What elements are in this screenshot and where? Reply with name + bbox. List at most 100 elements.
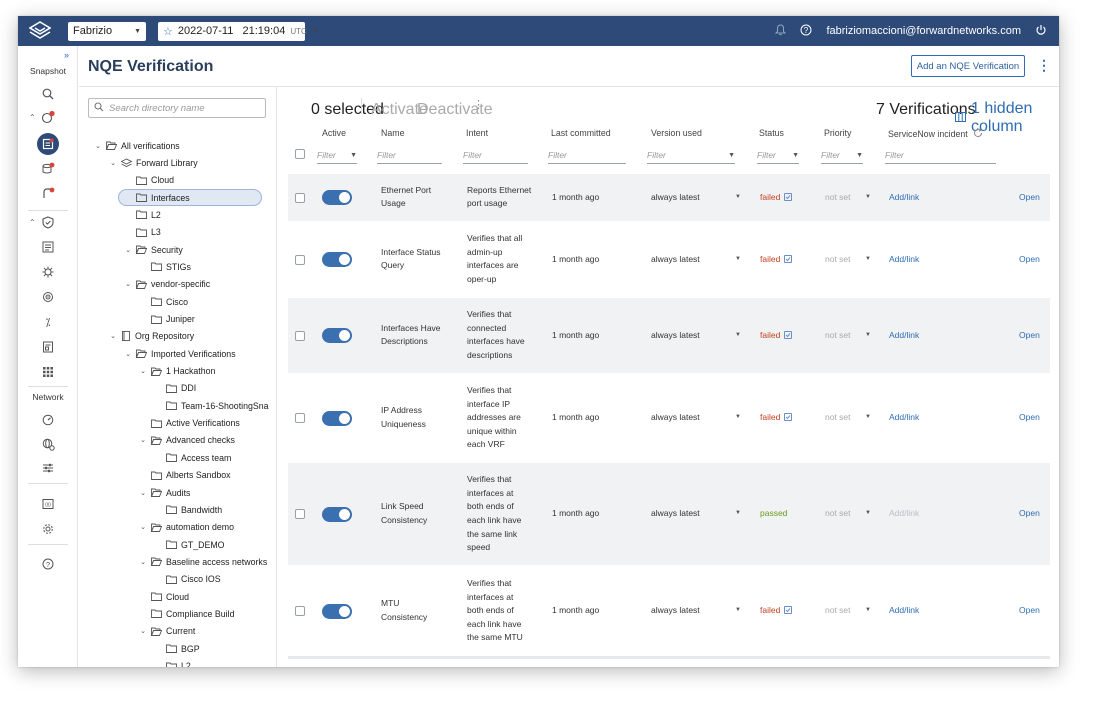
dashboard-icon[interactable] [40, 412, 56, 428]
active-toggle[interactable] [322, 603, 352, 619]
active-toggle[interactable] [322, 252, 352, 267]
shield-icon[interactable] [40, 214, 56, 230]
version-select[interactable]: always latest ▼ [651, 191, 741, 205]
servicenow-add-link[interactable]: Add/link [889, 329, 919, 343]
column-header-last-committed[interactable]: Last committed [551, 128, 611, 138]
column-header-priority[interactable]: Priority [824, 128, 851, 138]
sliders-icon[interactable] [40, 460, 56, 476]
route-alert-icon[interactable] [40, 185, 56, 201]
servicenow-add-link[interactable]: Add/link [889, 191, 919, 205]
refresh-icon[interactable] [973, 128, 983, 140]
target-icon[interactable] [40, 289, 56, 305]
chevron-down-icon[interactable]: ⌄ [108, 159, 118, 167]
report-icon[interactable] [40, 339, 56, 355]
servicenow-add-link[interactable]: Add/link [889, 604, 919, 618]
chevron-down-icon[interactable]: ⌄ [138, 436, 148, 444]
priority-select[interactable]: not set ▼ [825, 329, 871, 343]
filter-priority[interactable]: Filter ▼ [821, 147, 863, 164]
tree-item[interactable]: ⌄ Advanced checks [138, 432, 235, 449]
tree-item[interactable]: Cloud [138, 588, 189, 605]
priority-select[interactable]: not set ▼ [825, 253, 871, 267]
chevron-down-icon[interactable]: ⌄ [108, 332, 118, 340]
filter-last-committed[interactable]: Filter [548, 147, 626, 164]
priority-select[interactable]: not set ▼ [825, 191, 871, 205]
tree-item[interactable]: GT_DEMO [153, 536, 225, 553]
priority-select[interactable]: not set ▼ [825, 604, 871, 618]
tree-item[interactable]: Juniper [138, 311, 195, 328]
tree-item[interactable]: ⌄ Security [123, 241, 183, 258]
tree-item[interactable]: ⌄ vendor-specific [123, 276, 210, 293]
row-checkbox[interactable] [295, 254, 305, 265]
forward-logo-icon[interactable] [18, 16, 62, 46]
open-link[interactable]: Open [1019, 604, 1040, 618]
version-select[interactable]: always latest ▼ [651, 329, 741, 343]
chevron-down-icon[interactable]: ⌄ [138, 489, 148, 497]
column-header-active[interactable]: Active [322, 128, 346, 138]
filter-servicenow[interactable]: Filter [885, 147, 996, 164]
row-checkbox[interactable] [295, 509, 305, 519]
verification-icon[interactable] [37, 133, 59, 155]
tree-item[interactable]: Cloud [123, 172, 174, 189]
snapshot-select[interactable]: ☆ 2022-07-11 21:19:04 UTC ▼ [158, 21, 319, 41]
directory-search-input[interactable] [109, 102, 259, 114]
bell-icon[interactable] [775, 23, 787, 39]
chevron-down-icon[interactable]: ⌄ [93, 142, 103, 150]
column-header-intent[interactable]: Intent [466, 128, 488, 138]
tree-item[interactable]: Team-16-ShootingSna [153, 397, 269, 414]
open-result-icon[interactable] [784, 606, 793, 614]
tree-item[interactable]: Cisco IOS [153, 571, 221, 588]
row-checkbox[interactable] [295, 413, 305, 423]
tree-item[interactable]: ⌄ Audits [138, 484, 190, 501]
user-email[interactable]: fabriziomaccioni@forwardnetworks.com [826, 25, 1021, 37]
tree-item[interactable]: Alberts Sandbox [138, 467, 231, 484]
row-checkbox[interactable] [295, 192, 305, 203]
tree-item[interactable]: ⌄ Baseline access networks [138, 553, 267, 570]
tree-item[interactable]: ⌄ automation demo [138, 519, 234, 536]
more-actions-icon[interactable]: ⋮ [473, 98, 484, 111]
priority-select[interactable]: not set ▼ [825, 411, 871, 425]
open-link[interactable]: Open [1019, 253, 1040, 267]
gear-icon[interactable] [40, 521, 56, 537]
expand-nav-icon[interactable]: » [64, 50, 69, 60]
filter-name[interactable]: Filter [377, 147, 442, 164]
tag-alert-icon[interactable] [40, 109, 56, 125]
open-link[interactable]: Open [1019, 191, 1040, 205]
column-header-servicenow[interactable]: ServiceNow incident [888, 128, 983, 140]
chevron-down-icon[interactable]: ⌄ [123, 350, 133, 358]
servicenow-add-link[interactable]: Add/link [889, 411, 919, 425]
more-options-icon[interactable]: ⋮ [1037, 57, 1051, 74]
servicenow-add-link[interactable]: Add/link [889, 507, 919, 521]
tree-item[interactable]: L2 [153, 658, 191, 667]
tree-item[interactable]: L3 [123, 224, 161, 241]
chevron-down-icon[interactable]: ⌄ [138, 558, 148, 566]
chevron-up-icon[interactable]: ⌃ [29, 218, 36, 227]
grid-icon[interactable] [40, 364, 56, 380]
active-toggle[interactable] [322, 410, 352, 426]
row-checkbox[interactable] [295, 330, 305, 341]
globe-settings-icon[interactable] [40, 436, 56, 452]
tree-item[interactable]: Interfaces [118, 189, 262, 207]
org-select[interactable]: Fabrizio ▼ [68, 21, 146, 41]
add-nqe-verification-button[interactable]: Add an NQE Verification [911, 55, 1025, 77]
version-select[interactable]: always latest ▼ [651, 253, 741, 267]
percent-icon[interactable]: ⁒ [40, 314, 56, 330]
open-result-icon[interactable] [784, 192, 793, 201]
chevron-down-icon[interactable]: ⌄ [138, 367, 148, 375]
tree-item[interactable]: ⌄ 1 Hackathon [138, 363, 215, 380]
filter-intent[interactable]: Filter [463, 147, 528, 164]
tree-item[interactable]: ⌄ Org Repository [108, 328, 194, 345]
help-icon[interactable]: ? [800, 24, 812, 39]
tree-item[interactable]: Compliance Build [138, 605, 234, 622]
servicenow-add-link[interactable]: Add/link [889, 253, 919, 267]
filter-active[interactable]: Filter ▼ [317, 147, 357, 164]
search-icon[interactable] [40, 86, 56, 102]
column-header-version-used[interactable]: Version used [651, 128, 702, 138]
virus-icon[interactable] [40, 264, 56, 280]
tree-item[interactable]: DDI [153, 380, 196, 397]
tree-item[interactable]: STIGs [138, 258, 191, 275]
tree-item[interactable]: ⌄ All verifications [93, 137, 180, 154]
chevron-down-icon[interactable]: ⌄ [123, 246, 133, 254]
open-result-icon[interactable] [784, 330, 793, 339]
chevron-up-icon[interactable]: ⌃ [29, 113, 36, 122]
tree-item[interactable]: Active Verifications [138, 415, 240, 432]
